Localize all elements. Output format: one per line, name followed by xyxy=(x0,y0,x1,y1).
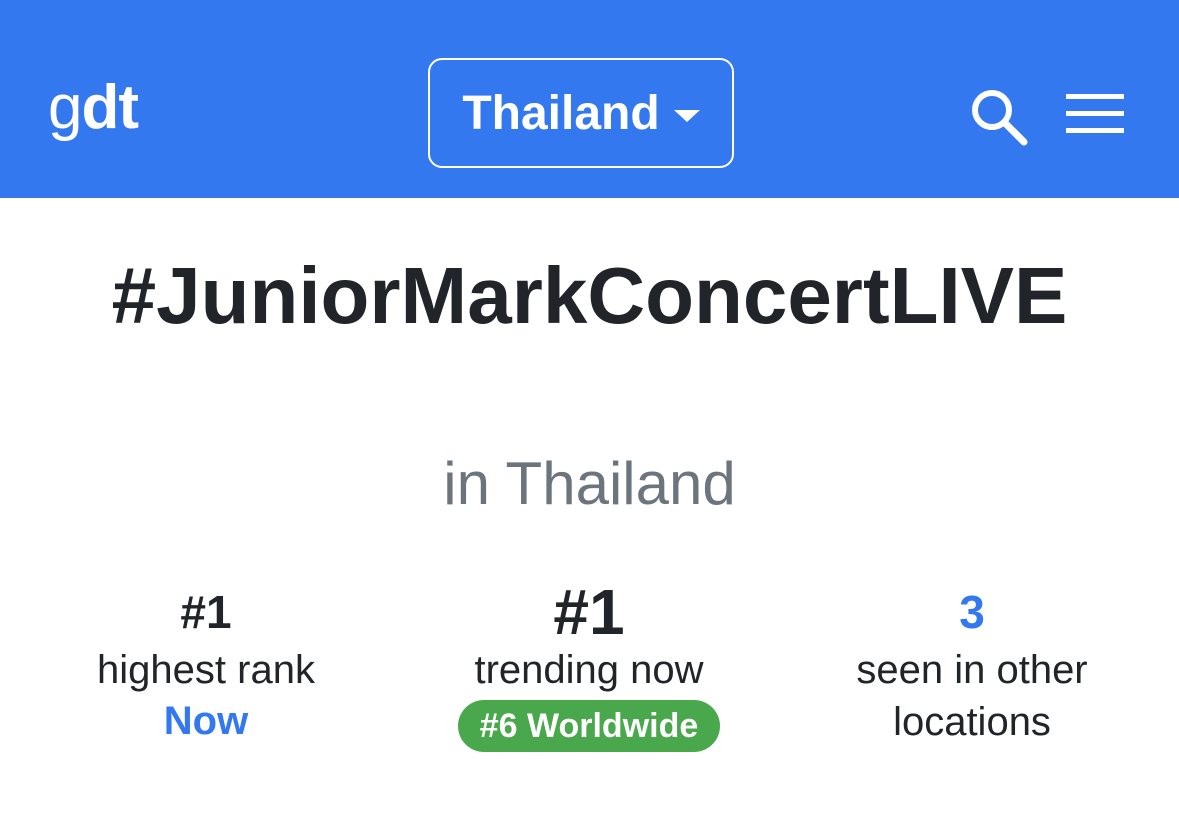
stat-highest-rank: #1 highest rank Now xyxy=(26,580,386,746)
highest-rank-time-link[interactable]: Now xyxy=(26,696,386,746)
site-logo[interactable]: gdt xyxy=(48,72,139,144)
other-locations-count-link[interactable]: 3 xyxy=(792,580,1152,644)
stat-other-locations: 3 seen in other locations xyxy=(792,580,1152,748)
highest-rank-value: #1 xyxy=(180,586,232,638)
caret-down-icon xyxy=(673,110,700,122)
country-dropdown-label: Thailand xyxy=(462,86,660,140)
search-icon[interactable] xyxy=(966,84,1032,150)
country-dropdown-button[interactable]: Thailand xyxy=(428,58,734,168)
navbar: gdt Thailand xyxy=(0,0,1179,198)
hamburger-menu-icon[interactable] xyxy=(1066,92,1124,136)
stat-trending-now: #1 trending now #6 Worldwide xyxy=(409,580,769,752)
trend-hashtag-title: #JuniorMarkConcertLIVE xyxy=(111,251,1068,340)
trend-location: in Thailand xyxy=(443,450,736,517)
other-locations-label: seen in other locations xyxy=(856,648,1088,744)
highest-rank-label: highest rank xyxy=(97,648,315,692)
trending-now-label: trending now xyxy=(474,648,704,692)
worldwide-rank-badge[interactable]: #6 Worldwide xyxy=(457,700,721,752)
logo-bold-part: dt xyxy=(81,73,139,142)
trending-now-value: #1 xyxy=(553,576,625,648)
logo-light-part: g xyxy=(48,73,82,142)
